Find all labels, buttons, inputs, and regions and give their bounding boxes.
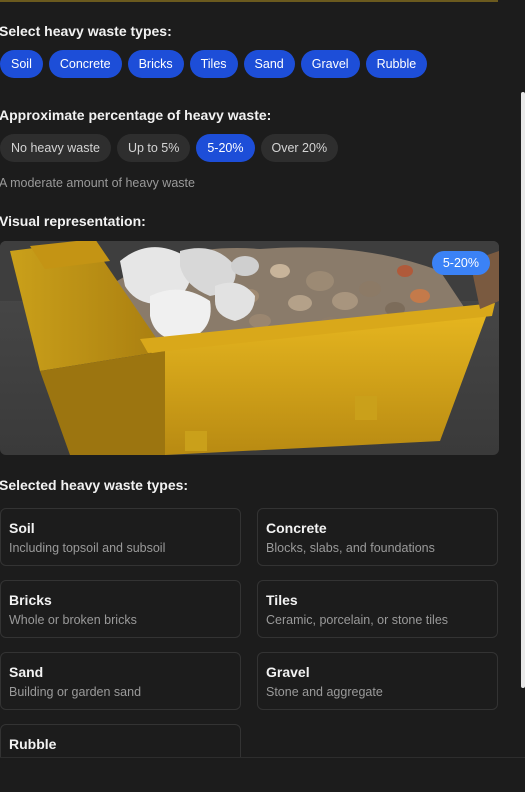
card-title: Gravel [266, 664, 310, 680]
chip-tiles[interactable]: Tiles [189, 50, 238, 78]
chip-gravel[interactable]: Gravel [300, 50, 360, 78]
card-title: Bricks [9, 592, 52, 608]
visual-heading: Visual representation: [0, 213, 146, 229]
skip-illustration [0, 241, 499, 455]
card-title: Soil [9, 520, 35, 536]
chip-rubble[interactable]: Rubble [365, 50, 428, 78]
option-5-20[interactable]: 5-20% [196, 134, 255, 162]
top-divider [0, 0, 498, 2]
card-title: Sand [9, 664, 44, 680]
heavy-types-chips: Soil Concrete Bricks Tiles Sand Gravel R… [0, 50, 428, 78]
card-concrete: Concrete Blocks, slabs, and foundations [257, 508, 498, 566]
chip-soil[interactable]: Soil [0, 50, 43, 78]
card-title: Tiles [266, 592, 298, 608]
chip-bricks[interactable]: Bricks [127, 50, 184, 78]
option-over-20[interactable]: Over 20% [260, 134, 339, 162]
card-description: Including topsoil and subsoil [9, 541, 166, 555]
card-bricks: Bricks Whole or broken bricks [0, 580, 241, 638]
card-tiles: Tiles Ceramic, porcelain, or stone tiles [257, 580, 498, 638]
percentage-heading: Approximate percentage of heavy waste: [0, 107, 272, 123]
card-gravel: Gravel Stone and aggregate [257, 652, 498, 710]
card-title: Concrete [266, 520, 327, 536]
card-description: Whole or broken bricks [9, 613, 137, 627]
scrollbar[interactable] [521, 92, 525, 688]
option-up-to-5[interactable]: Up to 5% [116, 134, 191, 162]
skip-image: 5-20% [0, 241, 499, 455]
card-title: Rubble [9, 736, 57, 752]
bottom-bar [0, 757, 525, 792]
card-description: Stone and aggregate [266, 685, 383, 699]
card-description: Ceramic, porcelain, or stone tiles [266, 613, 449, 627]
card-soil: Soil Including topsoil and subsoil [0, 508, 241, 566]
card-sand: Sand Building or garden sand [0, 652, 241, 710]
selected-heading: Selected heavy waste types: [0, 477, 189, 493]
card-description: Blocks, slabs, and foundations [266, 541, 435, 555]
percentage-badge: 5-20% [431, 251, 490, 275]
chip-concrete[interactable]: Concrete [48, 50, 122, 78]
card-description: Building or garden sand [9, 685, 142, 699]
percentage-description: A moderate amount of heavy waste [0, 176, 195, 190]
option-no-heavy-waste[interactable]: No heavy waste [0, 134, 111, 162]
percentage-options: No heavy waste Up to 5% 5-20% Over 20% [0, 134, 339, 162]
chip-sand[interactable]: Sand [243, 50, 295, 78]
heavy-types-heading: Select heavy waste types: [0, 23, 172, 39]
